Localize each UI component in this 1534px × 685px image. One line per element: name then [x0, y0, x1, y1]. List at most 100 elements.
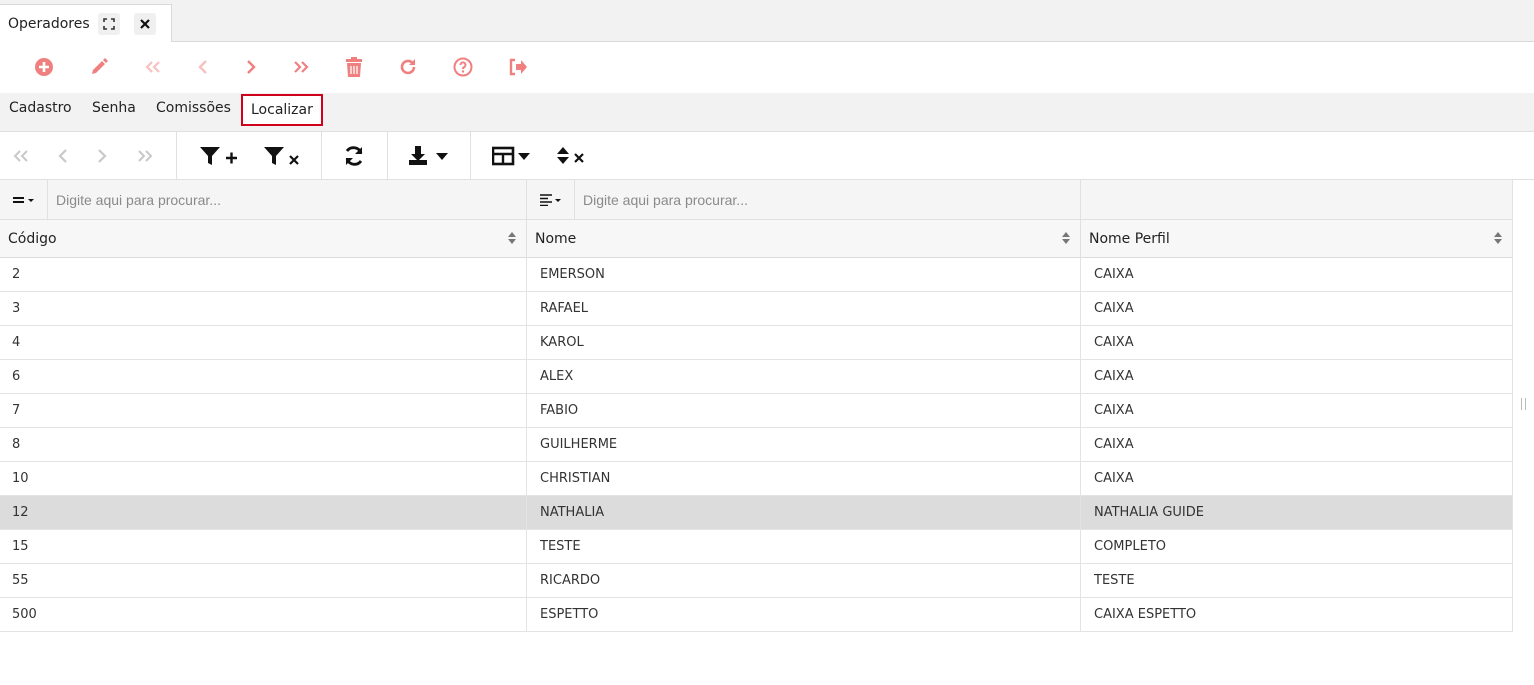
redo-icon[interactable]: [396, 55, 420, 79]
previous-record-icon[interactable]: [191, 55, 215, 79]
table-row[interactable]: 4 KAROL CAIXA: [0, 326, 1512, 360]
cell-nome-perfil: TESTE: [1094, 573, 1135, 588]
add-filter-icon[interactable]: [198, 144, 240, 168]
header-row: Código Nome Nome Perfil: [0, 220, 1512, 258]
toolbar-separator: [321, 132, 322, 180]
table-row[interactable]: 7 FABIO CAIXA: [0, 394, 1512, 428]
columns-layout-icon[interactable]: [492, 144, 532, 168]
cell-codigo: 10: [0, 462, 527, 496]
sort-icon[interactable]: [508, 232, 516, 244]
grid-last-page-icon[interactable]: [134, 144, 156, 168]
table-row[interactable]: 3 RAFAEL CAIXA: [0, 292, 1512, 326]
cell-nome: TESTE: [527, 530, 1081, 564]
table-row[interactable]: 12 NATHALIA NATHALIA GUIDE: [0, 496, 1512, 530]
toolbar-separator: [387, 132, 388, 180]
cell-nome-perfil: CAIXA ESPETTO: [1094, 607, 1197, 622]
last-record-icon[interactable]: [289, 55, 313, 79]
grid-first-page-icon[interactable]: [10, 144, 32, 168]
cell-codigo: 3: [0, 292, 527, 326]
cell-nome: GUILHERME: [527, 428, 1081, 462]
table-row[interactable]: 8 GUILHERME CAIXA: [0, 428, 1512, 462]
equals-operator-icon[interactable]: [0, 180, 48, 220]
filter-cell-codigo: [0, 180, 527, 220]
column-header-label: Nome Perfil: [1089, 231, 1170, 247]
resize-grip-icon[interactable]: [1521, 398, 1526, 410]
cell-codigo: 4: [0, 326, 527, 360]
table-row[interactable]: 10 CHRISTIAN CAIXA: [0, 462, 1512, 496]
sort-icon[interactable]: [1494, 232, 1502, 244]
cell-nome-perfil: CAIXA: [1094, 369, 1134, 384]
delete-trash-icon[interactable]: [342, 55, 366, 79]
search-input-nome[interactable]: [583, 186, 1073, 214]
form-tabs: Cadastro Senha Comissões Localizar: [0, 93, 1534, 132]
cell-codigo: 2: [0, 258, 527, 292]
table-row[interactable]: 6 ALEX CAIXA: [0, 360, 1512, 394]
cell-nome: FABIO: [527, 394, 1081, 428]
tab-comissoes[interactable]: Comissões: [156, 93, 231, 125]
tab-cadastro[interactable]: Cadastro: [9, 93, 72, 125]
document-tab-title: Operadores: [8, 15, 90, 32]
cell-codigo: 55: [0, 564, 527, 598]
help-icon[interactable]: [451, 55, 475, 79]
grid-next-page-icon[interactable]: [92, 144, 112, 168]
cell-nome: NATHALIA: [527, 496, 1081, 530]
cell-nome-perfil: CAIXA: [1094, 267, 1134, 282]
cell-nome: ALEX: [527, 360, 1081, 394]
column-header-codigo[interactable]: Código: [0, 220, 527, 258]
cell-nome-perfil: NATHALIA GUIDE: [1094, 505, 1204, 520]
column-header-label: Nome: [535, 231, 577, 247]
cell-nome-perfil: CAIXA: [1094, 437, 1134, 452]
column-header-nome-perfil[interactable]: Nome Perfil: [1081, 220, 1512, 258]
action-toolbar: [0, 42, 1534, 93]
cell-nome-perfil: CAIXA: [1094, 301, 1134, 316]
document-tab-bar: Operadores: [0, 0, 1534, 42]
cell-nome-perfil: CAIXA: [1094, 403, 1134, 418]
grid-toolbar: [0, 132, 1534, 180]
tab-localizar[interactable]: Localizar: [241, 94, 323, 126]
table-row[interactable]: 500 ESPETTO CAIXA ESPETTO: [0, 598, 1512, 632]
cell-nome: ESPETTO: [527, 598, 1081, 632]
cell-nome-perfil: CAIXA: [1094, 471, 1134, 486]
cell-nome-perfil: COMPLETO: [1094, 539, 1166, 554]
filter-cell-nome-perfil: [1081, 180, 1512, 220]
column-header-nome[interactable]: Nome: [527, 220, 1081, 258]
cell-codigo: 6: [0, 360, 527, 394]
toolbar-separator: [470, 132, 471, 180]
export-download-icon[interactable]: [408, 144, 450, 168]
cell-codigo: 8: [0, 428, 527, 462]
filter-row: [0, 180, 1512, 220]
cell-nome: RAFAEL: [527, 292, 1081, 326]
table-row[interactable]: 55 RICARDO TESTE: [0, 564, 1512, 598]
cell-nome: RICARDO: [527, 564, 1081, 598]
cell-nome-perfil: CAIXA: [1094, 335, 1134, 350]
clear-sort-icon[interactable]: [556, 144, 586, 168]
search-input-codigo[interactable]: [56, 186, 516, 214]
toolbar-separator: [176, 132, 177, 180]
clear-filter-icon[interactable]: [263, 144, 301, 168]
first-record-icon[interactable]: [141, 55, 165, 79]
next-record-icon[interactable]: [239, 55, 263, 79]
maximize-icon[interactable]: [97, 12, 120, 35]
table-row[interactable]: 2 EMERSON CAIXA: [0, 258, 1512, 292]
cell-codigo: 15: [0, 530, 527, 564]
cell-nome: CHRISTIAN: [527, 462, 1081, 496]
tab-senha[interactable]: Senha: [92, 93, 136, 125]
vertical-scrollbar[interactable]: [1512, 180, 1534, 632]
close-icon[interactable]: [133, 12, 156, 35]
add-circle-icon[interactable]: [32, 55, 56, 79]
cell-codigo: 7: [0, 394, 527, 428]
table-row[interactable]: 15 TESTE COMPLETO: [0, 530, 1512, 564]
cell-nome: KAROL: [527, 326, 1081, 360]
cell-codigo: 12: [0, 496, 527, 530]
sort-icon[interactable]: [1062, 232, 1070, 244]
cell-nome: EMERSON: [527, 258, 1081, 292]
text-operator-icon[interactable]: [527, 180, 575, 220]
document-tab-operadores[interactable]: Operadores: [0, 4, 172, 42]
filter-cell-nome: [527, 180, 1081, 220]
edit-pencil-icon[interactable]: [87, 55, 111, 79]
grid-previous-page-icon[interactable]: [53, 144, 73, 168]
cell-codigo: 500: [0, 598, 527, 632]
refresh-icon[interactable]: [342, 144, 366, 168]
exit-icon[interactable]: [506, 55, 530, 79]
column-header-label: Código: [8, 231, 57, 247]
